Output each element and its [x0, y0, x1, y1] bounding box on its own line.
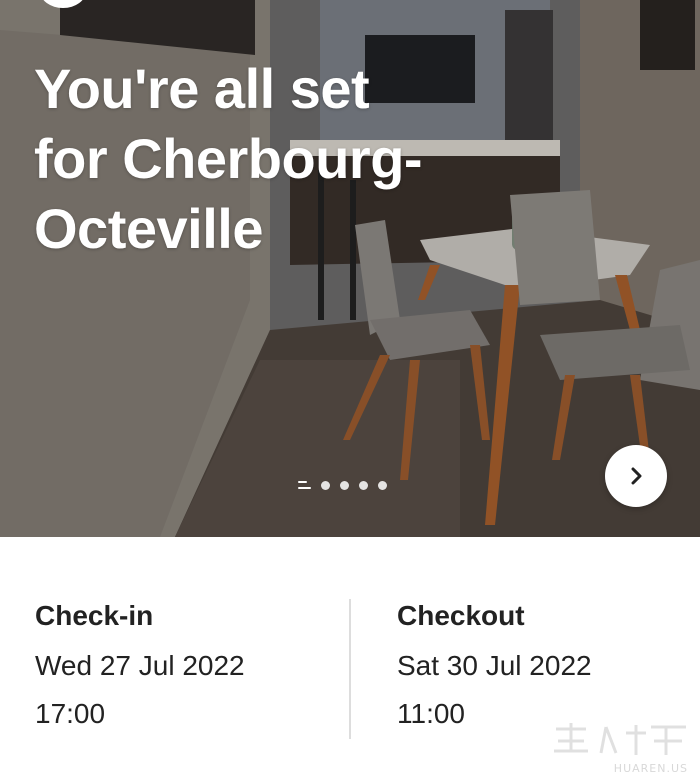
pager-dot-5[interactable] — [378, 480, 387, 490]
reservation-confirmation-screen: You're all set for Cherbourg- Octeville … — [0, 0, 700, 779]
checkin-time: 17:00 — [35, 698, 106, 729]
checkout-label: Checkout — [397, 600, 525, 631]
next-photo-button[interactable] — [605, 445, 667, 507]
site-watermark: HUAREN.US — [546, 721, 696, 775]
carousel-pager — [298, 479, 387, 491]
checkin-date: Wed 27 Jul 2022 — [35, 650, 245, 681]
confirmation-title: You're all set for Cherbourg- Octeville — [34, 54, 514, 264]
watermark-logo — [554, 723, 686, 755]
pager-dot-2[interactable] — [321, 480, 330, 490]
checkin-section: Check-in Wed 27 Jul 2022 17:00 — [35, 599, 245, 731]
title-line-1: You're all set — [34, 57, 370, 120]
pager-dot-3[interactable] — [340, 480, 349, 490]
watermark-text: HUAREN.US — [613, 762, 688, 775]
checkout-date: Sat 30 Jul 2022 — [397, 650, 592, 681]
pager-active-indicator[interactable] — [298, 481, 311, 489]
chevron-right-icon — [631, 467, 642, 485]
checkin-label: Check-in — [35, 600, 154, 631]
title-line-3: Octeville — [34, 197, 263, 260]
title-line-2: for Cherbourg- — [34, 127, 423, 190]
listing-photo-carousel[interactable]: You're all set for Cherbourg- Octeville — [0, 0, 700, 537]
pager-dot-4[interactable] — [359, 480, 368, 490]
stay-details: Check-in Wed 27 Jul 2022 17:00 Checkout … — [0, 537, 700, 779]
column-divider — [349, 599, 351, 739]
checkout-section: Checkout Sat 30 Jul 2022 11:00 — [397, 599, 592, 731]
